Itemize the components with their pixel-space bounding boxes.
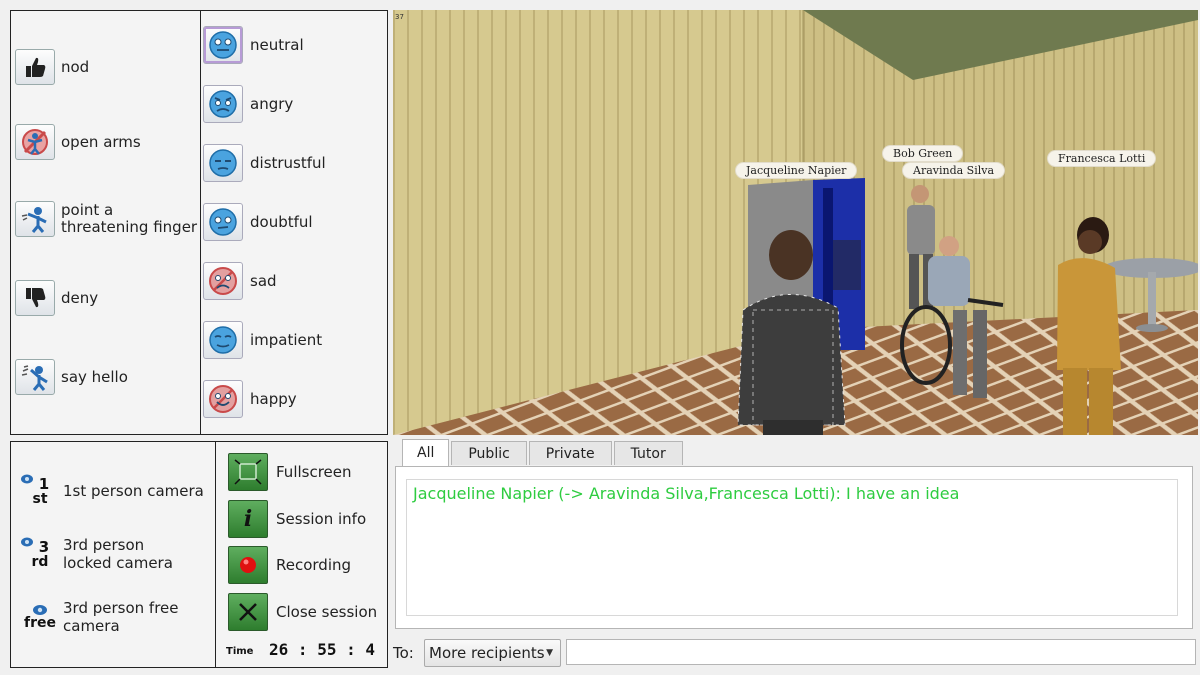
chat-message: Jacqueline Napier (-> Aravinda Silva,Fra… [413,484,960,503]
tab-public[interactable]: Public [451,441,527,465]
gestures-panel: nod open arms point a threatening finger… [10,10,200,435]
angry-face-icon [203,85,243,123]
avatar-name-tag: Bob Green [883,146,963,161]
avatar-name-tag: Jacqueline Napier [736,163,857,178]
third-person-free-camera-button[interactable]: free 3rd person free camera [21,598,183,636]
gesture-open-arms-button[interactable]: open arms [15,124,141,160]
emotion-neutral-button[interactable]: neutral [203,26,304,64]
recording-label: Recording [276,556,352,574]
emotion-sad-button[interactable]: sad [203,262,277,300]
emotion-impatient-button[interactable]: impatient [203,321,322,359]
gesture-threatening-finger-button[interactable]: point a threatening finger [15,201,201,237]
emotions-panel: neutral angry distrustful doubtful sad i… [200,10,388,435]
emotion-impatient-label: impatient [250,331,323,349]
emotion-distrustful-label: distrustful [250,154,326,172]
sad-face-icon [203,262,243,300]
fullscreen-button[interactable]: Fullscreen [228,453,352,491]
chat-log-inner: Jacqueline Napier (-> Aravinda Silva,Fra… [406,479,1178,616]
scene-corner-text: 37 [395,13,404,21]
gesture-say-hello-label: say hello [61,367,128,386]
chat-tabs: All Public Private Tutor [402,439,685,467]
distrustful-face-icon [203,144,243,182]
scene-viewport[interactable]: 37 Jacqueline Napier Bob Green Aravinda … [393,10,1198,435]
emotion-neutral-label: neutral [250,36,304,54]
compose-row: To: More recipients ▼ [393,638,1198,668]
third-person-free-camera-label: 3rd person free camera [63,599,179,635]
message-input[interactable] [566,639,1196,665]
scene-render: 37 [393,10,1198,435]
third-person-locked-camera-button[interactable]: 3 rd 3rd person locked camera [21,535,193,573]
camera-panel: 1 st 1st person camera 3 rd 3rd person l… [10,441,215,668]
third-person-free-camera-icon: free [21,598,59,636]
tab-all[interactable]: All [402,439,450,466]
first-person-camera-icon: 1 st [21,472,59,510]
emotion-sad-label: sad [250,272,277,290]
session-timer: 26 : 55 : 4 [269,640,375,659]
info-icon: i [228,500,268,538]
emotion-happy-button[interactable]: happy [203,380,297,418]
gesture-deny-button[interactable]: deny [15,280,98,316]
pointing-finger-icon [15,201,55,237]
chat-log[interactable]: Jacqueline Napier (-> Aravinda Silva,Fra… [395,466,1193,629]
open-arms-icon [15,124,55,160]
avatar-name-tag: Francesca Lotti [1048,151,1156,166]
gesture-nod-label: nod [61,57,90,76]
happy-face-icon [203,380,243,418]
gesture-nod-button[interactable]: nod [15,49,89,85]
emotion-doubtful-label: doubtful [250,213,313,231]
emotion-angry-button[interactable]: angry [203,85,293,123]
gesture-open-arms-label: open arms [61,132,141,151]
recipients-dropdown-label: More recipients [429,644,545,662]
third-person-locked-camera-label: 3rd person locked camera [63,536,173,572]
avatar-name-tag: Aravinda Silva [903,163,1005,178]
gesture-say-hello-button[interactable]: say hello [15,359,128,395]
thumbs-up-icon [15,49,55,85]
tab-private[interactable]: Private [528,441,612,465]
first-person-camera-label: 1st person camera [63,482,204,500]
recipients-dropdown[interactable]: More recipients ▼ [424,639,561,667]
gesture-threatening-finger-label: point a threatening finger [61,201,198,236]
app-window: nod open arms point a threatening finger… [0,0,1200,675]
fullscreen-label: Fullscreen [276,463,352,481]
close-icon [228,593,268,631]
emotion-distrustful-button[interactable]: distrustful [203,144,326,182]
fullscreen-icon [228,453,268,491]
emotion-doubtful-button[interactable]: doubtful [203,203,313,241]
doubtful-face-icon [203,203,243,241]
close-session-label: Close session [276,603,378,621]
emotion-happy-label: happy [250,390,297,408]
third-person-locked-camera-icon: 3 rd [21,535,59,573]
time-label: Time [226,646,254,657]
session-controls-panel: Fullscreen i Session info Recording Clos… [215,441,388,668]
gesture-deny-label: deny [61,288,99,307]
to-label: To: [393,644,414,662]
close-session-button[interactable]: Close session [228,593,377,631]
record-icon [228,546,268,584]
neutral-face-icon [203,26,243,64]
chevron-down-icon: ▼ [546,648,553,658]
emotion-angry-label: angry [250,95,294,113]
waving-hand-icon [15,359,55,395]
recording-button[interactable]: Recording [228,546,351,584]
thumbs-down-icon [15,280,55,316]
session-info-label: Session info [276,510,367,528]
chat-panel: All Public Private Tutor Jacqueline Napi… [393,439,1198,632]
first-person-camera-button[interactable]: 1 st 1st person camera [21,472,204,510]
tab-tutor[interactable]: Tutor [613,441,683,465]
impatient-face-icon [203,321,243,359]
session-info-button[interactable]: i Session info [228,500,366,538]
